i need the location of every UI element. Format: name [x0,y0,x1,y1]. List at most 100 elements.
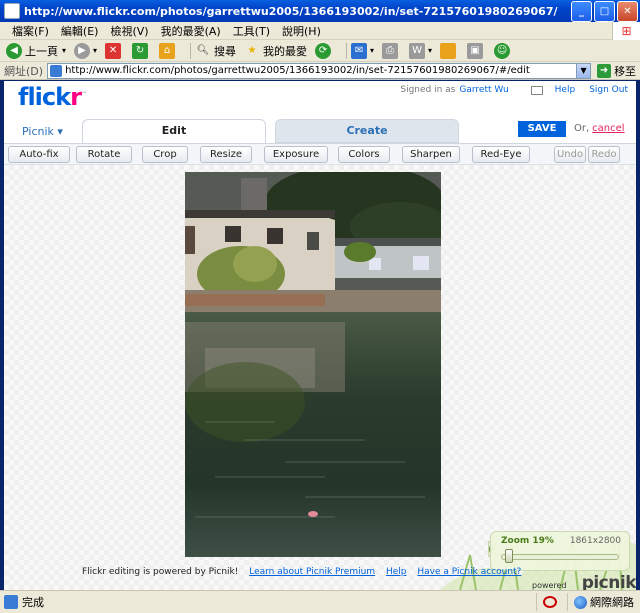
picnik-menu[interactable]: Picnik ▾ [22,125,63,138]
go-arrow-icon[interactable]: ➜ [597,63,612,78]
address-dropdown-icon[interactable]: ▼ [576,63,591,78]
edit-tools-bar: Auto-fix Rotate Crop Resize Exposure Col… [4,143,636,165]
popup-blocker-icon [543,596,557,608]
research-button[interactable]: ▣ [467,42,486,59]
forward-button[interactable]: ▶ ▾ [74,42,97,59]
go-button[interactable]: 移至 [614,63,636,79]
history-icon: ⟳ [315,42,332,59]
back-label: 上一頁 [25,44,58,58]
undo-button[interactable]: Undo [554,146,586,163]
save-button[interactable]: SAVE [518,121,566,137]
minimize-button[interactable]: _ [571,0,592,22]
or-label: Or, [574,123,590,134]
discuss-button[interactable] [440,42,459,59]
tool-crop[interactable]: Crop [142,146,188,163]
search-label: 搜尋 [214,44,237,58]
status-text: 完成 [22,596,44,609]
user-link[interactable]: Garrett Wu [459,85,508,95]
logo-tm: ™ [80,91,87,98]
home-button[interactable]: ⌂ [159,42,178,59]
cancel-link[interactable]: cancel [592,123,624,134]
back-button[interactable]: ◀ 上一頁 ▾ [6,42,66,59]
home-icon: ⌂ [159,42,176,59]
zoom-slider-thumb[interactable] [505,549,513,563]
logo-blue-part: flick [18,83,71,111]
account-bar: Signed in as Garrett Wu Help Sign Out [400,85,628,95]
popup-blocker-cell[interactable] [536,593,567,611]
print-button[interactable]: ⎙ [382,42,401,59]
tool-exposure[interactable]: Exposure [264,146,328,163]
history-button[interactable]: ⟳ [315,42,334,59]
menu-help[interactable]: 說明(H) [276,23,327,39]
powered-by-label: powered by [532,581,567,590]
mail-button[interactable]: ✉ ▾ [351,42,374,59]
tab-create[interactable]: Create [275,119,459,143]
menu-edit[interactable]: 編輯(E) [55,23,105,39]
tool-colors[interactable]: Colors [338,146,390,163]
editor-canvas: ▶ Zoom 19% 1861x2800 Flickr editing is p… [4,165,636,590]
address-label: 網址(D) [4,64,44,78]
edit-page-button[interactable]: W ▾ [409,42,432,59]
discuss-icon [440,42,457,59]
menu-view[interactable]: 檢視(V) [104,23,154,39]
refresh-button[interactable]: ↻ [132,42,151,59]
footer-help-link[interactable]: Help [386,567,407,577]
refresh-icon: ↻ [132,42,149,59]
close-button[interactable]: ✕ [617,0,638,22]
flickr-header: flickr™ Signed in as Garrett Wu Help Sig… [4,81,636,117]
windows-logo-icon: ⊞ [612,21,640,40]
internet-zone-icon [574,595,587,609]
stop-icon: ✕ [105,42,122,59]
search-button[interactable]: 🔍︎ 搜尋 [195,43,236,59]
picnik-account-link[interactable]: Have a Picnik account? [417,567,521,577]
maximize-button[interactable]: □ [594,0,615,22]
star-icon: ★ [247,45,257,56]
ie-icon [4,3,20,19]
image-resolution: 1861x2800 [569,536,621,546]
menu-favorites[interactable]: 我的最愛(A) [155,23,227,39]
powered-text: Flickr editing is powered by Picnik! [82,567,239,577]
tool-resize[interactable]: Resize [200,146,252,163]
browser-toolbar: ◀ 上一頁 ▾ ▶ ▾ ✕ ↻ ⌂ 🔍︎ 搜尋 ★ 我的最愛 ⟳ ✉ ▾ ⎙ W ▾… [0,40,640,62]
stop-button[interactable]: ✕ [105,42,124,59]
help-link[interactable]: Help [555,85,576,95]
edited-photo[interactable] [185,172,441,557]
messenger-button[interactable]: ☺ [494,42,513,59]
sign-out-link[interactable]: Sign Out [589,85,628,95]
window-frame-right [636,81,640,590]
toolbar-separator [190,42,192,59]
tab-edit[interactable]: Edit [82,119,266,143]
zone-text: 網際網路 [590,596,634,609]
zoom-panel: Zoom 19% 1861x2800 [490,531,630,571]
zone-cell: 網際網路 [567,593,640,611]
mail-icon[interactable] [530,85,543,95]
window-title-bar: http://www.flickr.com/photos/garrettwu20… [0,0,640,22]
favorites-button[interactable]: ★ 我的最愛 [244,43,307,59]
flickr-logo[interactable]: flickr™ [18,83,87,111]
tool-sharpen[interactable]: Sharpen [402,146,460,163]
redo-button[interactable]: Redo [588,146,620,163]
powered-by-picnik[interactable]: powered by picnik [532,573,636,590]
tool-rotate[interactable]: Rotate [76,146,132,163]
photo-image [185,172,441,557]
menu-file[interactable]: 檔案(F) [6,23,55,39]
mail-icon: ✉ [351,42,368,59]
learn-premium-link[interactable]: Learn about Picnik Premium [249,567,375,577]
search-icon: 🔍︎ [196,45,210,56]
zoom-slider-track[interactable] [501,554,619,560]
tool-red-eye[interactable]: Red-Eye [472,146,530,163]
or-cancel: Or, cancel [574,123,625,134]
status-bar: 完成 網際網路 [0,590,640,613]
tool-auto-fix[interactable]: Auto-fix [8,146,70,163]
signed-in-text: Signed in as [400,85,456,95]
menu-tools[interactable]: 工具(T) [227,23,276,39]
edit-page-icon: W [409,42,426,59]
print-icon: ⎙ [382,42,399,59]
zoom-label: Zoom 19% [501,536,554,546]
address-url: http://www.flickr.com/photos/garrettwu20… [65,65,530,76]
address-input[interactable]: http://www.flickr.com/photos/garrettwu20… [47,62,592,79]
page-status-icon [4,595,18,609]
toolbar-separator [346,42,348,59]
back-arrow-icon: ◀ [6,42,22,59]
window-title: http://www.flickr.com/photos/garrettwu20… [24,4,558,18]
